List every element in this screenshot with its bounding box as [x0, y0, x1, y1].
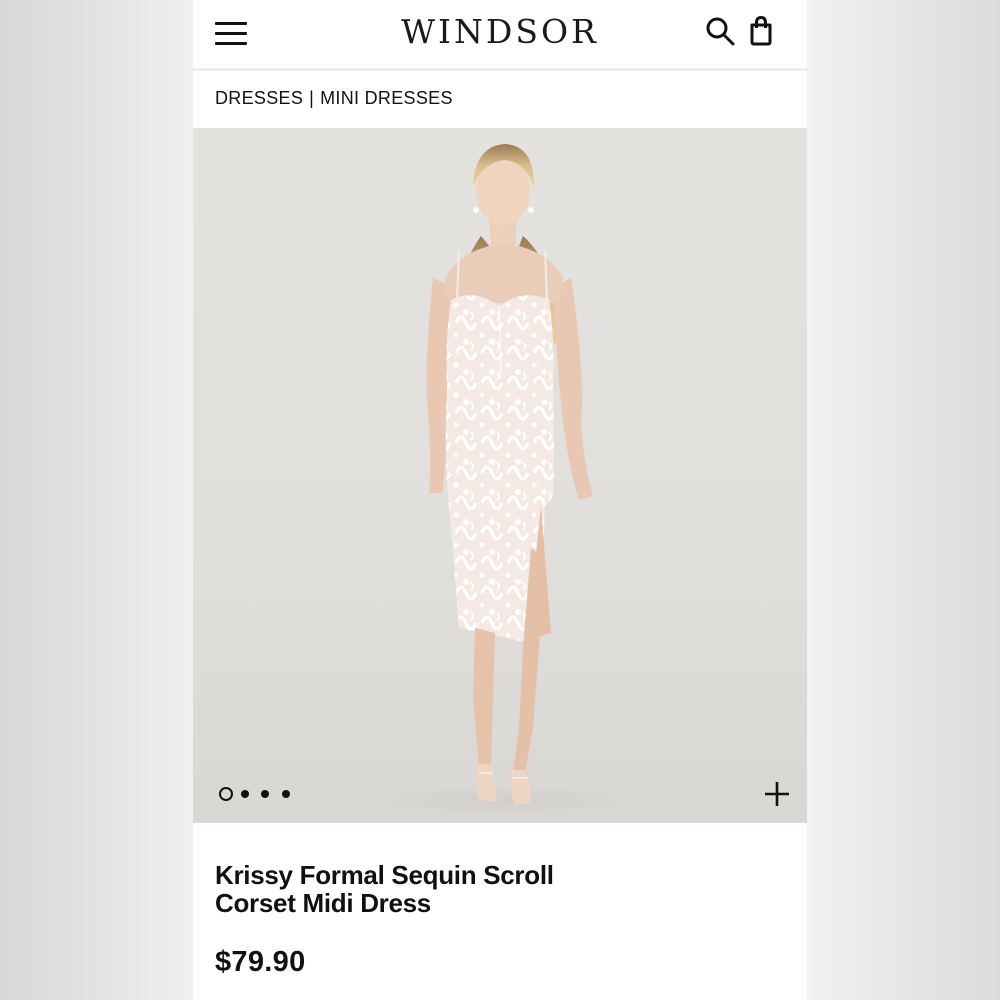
mobile-page: WINDSOR DRESSES | MINI DRESSES Krissy Fo… [193, 0, 807, 1000]
product-image-gallery[interactable] [193, 128, 807, 823]
search-icon[interactable] [703, 14, 737, 48]
breadcrumb-bar: DRESSES | MINI DRESSES [193, 71, 807, 128]
product-title: Krissy Formal Sequin Scroll Corset Midi … [215, 861, 615, 917]
gallery-dot-2[interactable] [241, 790, 249, 798]
breadcrumb-mini-dresses[interactable]: MINI DRESSES [320, 88, 453, 108]
breadcrumb-separator: | [309, 88, 315, 108]
site-header: WINDSOR [193, 0, 807, 71]
product-price: $79.90 [215, 946, 306, 978]
breadcrumb-dresses[interactable]: DRESSES [215, 88, 303, 108]
product-info: Krissy Formal Sequin Scroll Corset Midi … [193, 823, 807, 1000]
breadcrumb: DRESSES | MINI DRESSES [215, 88, 453, 109]
gallery-dot-3[interactable] [261, 790, 269, 798]
product-photo [363, 144, 643, 816]
shopping-bag-icon[interactable] [745, 14, 779, 48]
plus-icon[interactable] [763, 780, 791, 808]
product-title-line-1: Krissy Formal Sequin Scroll [215, 860, 554, 890]
product-title-line-2: Corset Midi Dress [215, 888, 431, 918]
gallery-dot-1[interactable] [219, 787, 233, 801]
gallery-dot-4[interactable] [282, 790, 290, 798]
